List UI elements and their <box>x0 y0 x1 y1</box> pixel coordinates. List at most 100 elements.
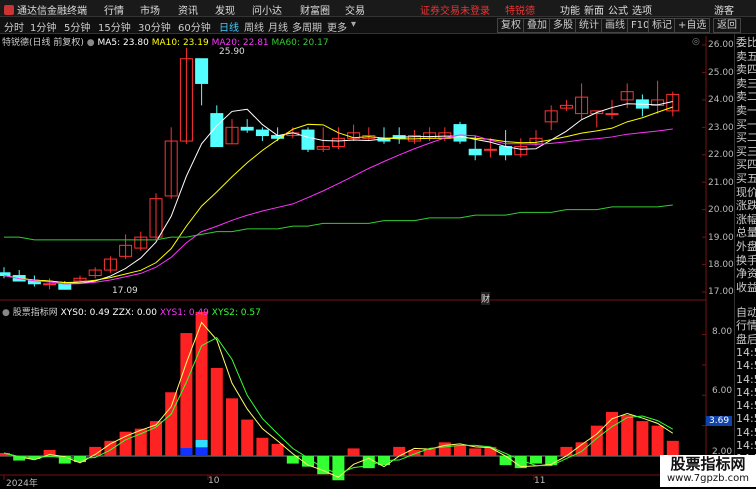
xys2-label: XYS2: 0.57 <box>211 308 261 318</box>
menu-shichang[interactable]: 市场 <box>140 2 160 17</box>
period-toolbar: 分时 1分钟 5分钟 15分钟 30分钟 60分钟 日线 周线 月线 多周期 更… <box>0 17 756 34</box>
quote-panel-label: 14:50 <box>736 425 756 439</box>
quote-panel: 委比 卖五 卖四 卖三 卖二 卖一 买一 买二 买三 买四 买五 现价 涨跌 涨幅 总量 外盘 换手 净资 收益 自动… <box>734 34 756 487</box>
quote-panel-label: 买五 <box>736 172 756 185</box>
quote-panel-label: 14:50 <box>736 399 756 413</box>
xys1-line <box>3 321 674 478</box>
sub-bar <box>210 367 223 456</box>
quote-panel-label: 买一 <box>736 117 756 131</box>
overlay-button[interactable]: 叠加 <box>523 18 551 33</box>
candle-body <box>453 124 467 142</box>
date-axis-label: 11 <box>534 476 546 486</box>
period-month[interactable]: 月线 <box>268 19 288 34</box>
quote-panel-label: 净资 <box>736 267 756 281</box>
quote-panel-label: 行情 <box>736 319 756 333</box>
period-day[interactable]: 日线 <box>219 19 239 34</box>
more-chevron-icon[interactable]: ▾ <box>351 19 356 30</box>
menu-gongshi[interactable]: 公式 <box>608 2 628 17</box>
price-axis-label: 20.00 <box>708 205 734 215</box>
menu-caifuquan[interactable]: 财富圈 <box>300 2 330 17</box>
period-15min[interactable]: 15分钟 <box>98 19 131 34</box>
menu-faxian[interactable]: 发现 <box>215 2 235 17</box>
xys1-label: XYS1: 0.49 <box>159 308 209 318</box>
quote-panel-label: 14:50 <box>736 345 756 359</box>
kline-chart[interactable] <box>0 34 756 487</box>
fuquan-button[interactable]: 复权 <box>497 18 525 33</box>
price-axis-label: 26.00 <box>708 40 734 50</box>
quote-panel-label: 买二 <box>736 131 756 145</box>
sub-axis-label: 8.00 <box>712 327 733 337</box>
ma5-label: MA5: 23.80 <box>97 38 149 48</box>
statistics-button[interactable]: 统计 <box>575 18 603 33</box>
quote-panel-label: 买三 <box>736 144 756 158</box>
sub-legend-dot-icon: ● <box>2 308 10 318</box>
period-1min[interactable]: 1分钟 <box>30 19 56 34</box>
menu-gongneng[interactable]: 功能 <box>560 2 580 17</box>
multi-stock-button[interactable]: 多股 <box>549 18 577 33</box>
period-fenshi[interactable]: 分时 <box>4 19 24 34</box>
ma60-line <box>4 204 673 241</box>
finance-event-marker[interactable]: 财 <box>481 292 491 305</box>
candle-body <box>605 113 619 116</box>
period-30min[interactable]: 30分钟 <box>138 19 171 34</box>
period-multi[interactable]: 多周期 <box>292 19 322 34</box>
app-title: 通达信金融终端 <box>4 2 87 17</box>
period-week[interactable]: 周线 <box>244 19 264 34</box>
quote-panel-label: 买四 <box>736 158 756 172</box>
candle-body <box>301 129 315 150</box>
quote-panel-label: 卖四 <box>736 63 756 77</box>
add-watchlist-button[interactable]: +自选 <box>674 18 711 33</box>
xys0-label: XYS0: 0.49 <box>60 308 110 318</box>
sub-bar <box>530 456 542 464</box>
user-guest[interactable]: 游客 <box>714 2 734 17</box>
menu-xuanxiang[interactable]: 选项 <box>632 2 652 17</box>
menu-hangqing[interactable]: 行情 <box>104 2 124 17</box>
watermark-logo: 股票指标网 www.7gpzb.com <box>660 455 756 487</box>
period-5min[interactable]: 5分钟 <box>64 19 90 34</box>
current-stock-link[interactable]: 特锐德 <box>505 2 535 17</box>
price-axis-label: 21.00 <box>708 178 734 188</box>
menu-xinmian[interactable]: 新面 <box>584 2 604 17</box>
price-axis-label: 19.00 <box>708 233 734 243</box>
sub-bar <box>636 421 649 456</box>
price-axis-label: 24.00 <box>708 95 734 105</box>
period-60min[interactable]: 60分钟 <box>178 19 211 34</box>
zzx-label: ZZX: 0.00 <box>112 308 157 318</box>
ma10-label: MA10: 23.19 <box>151 38 209 48</box>
sub-bar <box>226 398 238 456</box>
mark-button[interactable]: 标记 <box>648 18 676 33</box>
sub-bar <box>469 448 482 456</box>
title-bar: 通达信金融终端 行情 市场 资讯 发现 问小达 财富圈 交易 证券交易未登录 特… <box>0 0 756 17</box>
menu-zixun[interactable]: 资讯 <box>178 2 198 17</box>
menu-jiaoyi[interactable]: 交易 <box>345 2 365 17</box>
price-axis-label: 22.00 <box>708 150 734 160</box>
xys2-line <box>3 336 674 475</box>
chart-settings-icon[interactable]: ◎ <box>692 37 700 47</box>
sub-bar <box>454 445 466 456</box>
candle-body <box>240 126 254 131</box>
price-axis-label: 25.00 <box>708 68 734 78</box>
quote-panel-label: 收益 <box>736 280 756 294</box>
quote-panel-label: 换手 <box>736 253 756 267</box>
quote-panel-label: 卖三 <box>736 76 756 90</box>
back-button[interactable]: 返回 <box>713 18 741 33</box>
sub-bar <box>271 443 284 456</box>
draw-line-button[interactable]: 画线 <box>601 18 629 33</box>
sub-bar <box>104 440 117 456</box>
quote-panel-label: 14:50 <box>736 412 756 426</box>
quote-panel-label: 盘后 <box>736 332 756 346</box>
sub-bar <box>393 446 406 456</box>
stock-period-label: 特锐德(日线 前复权) <box>2 38 84 48</box>
menu-wenxiaoda[interactable]: 问小达 <box>252 2 282 17</box>
sub-bar <box>621 415 634 456</box>
sub-marker-cyan <box>195 440 208 447</box>
sub-bar <box>119 431 132 456</box>
indicator-name: 股票指标网 <box>12 308 58 318</box>
price-axis-label: 18.00 <box>708 260 734 270</box>
candle-body <box>195 58 209 84</box>
quote-panel-label: 14:50 <box>736 359 756 373</box>
period-more[interactable]: 更多 <box>327 19 347 34</box>
app-logo-icon <box>4 5 14 15</box>
trade-login-status[interactable]: 证券交易未登录 <box>420 2 490 17</box>
watermark-title: 股票指标网 <box>670 455 746 473</box>
